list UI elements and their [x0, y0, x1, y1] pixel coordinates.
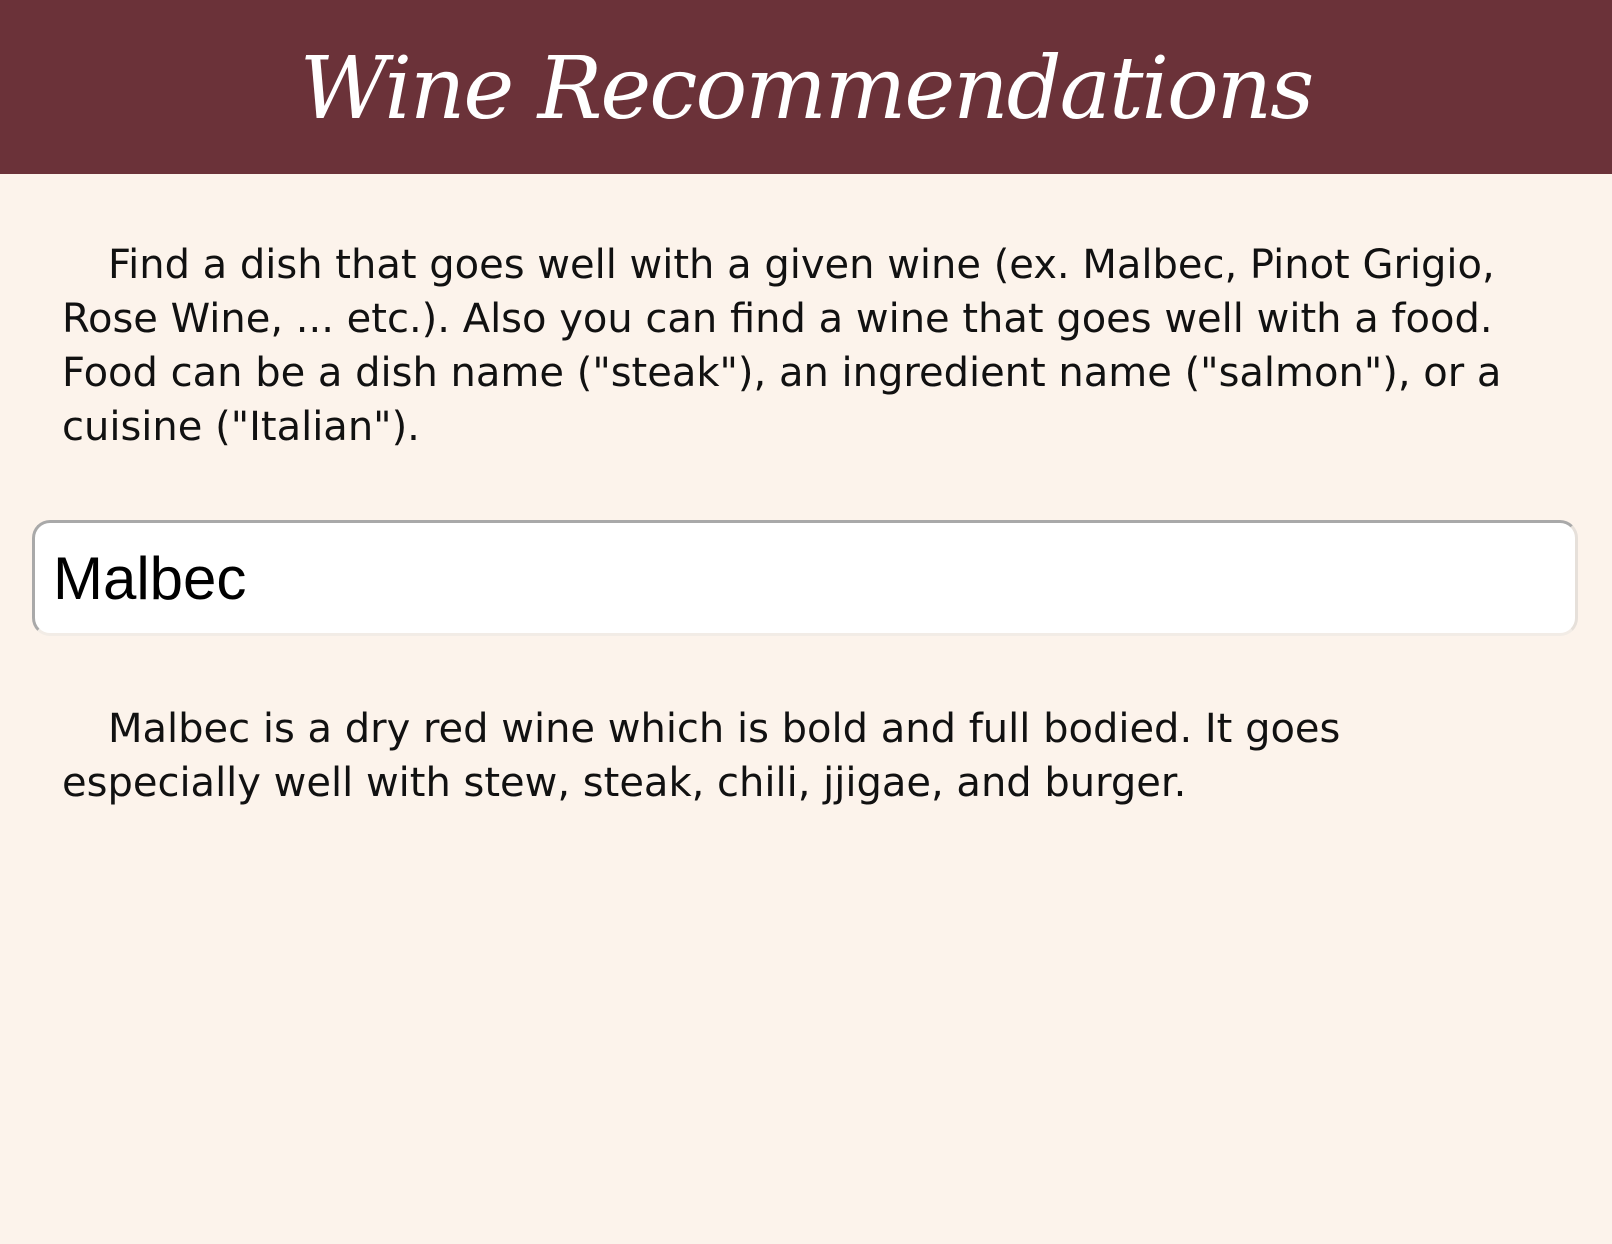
main-content: Find a dish that goes well with a given … — [0, 238, 1612, 810]
search-input[interactable] — [35, 523, 1575, 633]
search-field-container — [32, 520, 1578, 636]
page-header: Wine Recommendations — [0, 0, 1612, 174]
intro-paragraph: Find a dish that goes well with a given … — [62, 242, 1502, 450]
result-paragraph: Malbec is a dry red wine which is bold a… — [62, 706, 1341, 806]
page-title: Wine Recommendations — [299, 39, 1315, 139]
